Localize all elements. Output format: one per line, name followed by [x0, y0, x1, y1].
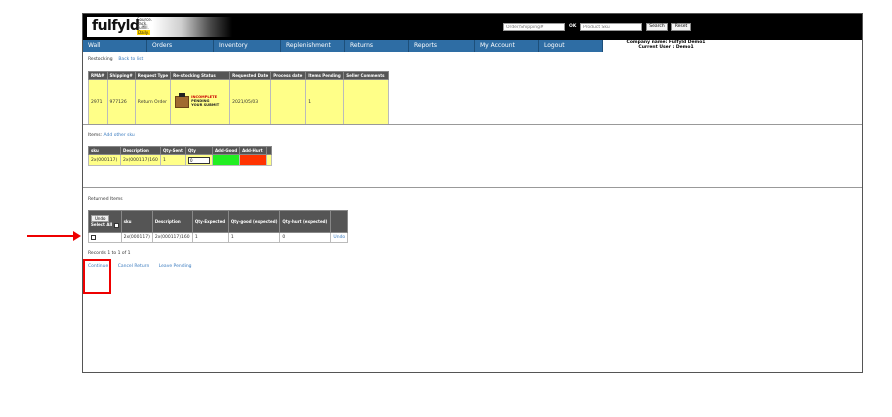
item-description: 2x(000117)160: [120, 154, 161, 166]
rma-table: RMA# Shipping# Request Type Re-stocking …: [88, 71, 390, 125]
returned-qty-expected: 1: [191, 232, 229, 243]
col-items-pending: Items Pending: [305, 71, 345, 80]
item-qty-cell: [184, 154, 213, 166]
nav-logout[interactable]: Logout: [539, 40, 603, 52]
nav-my-account[interactable]: My Account: [475, 40, 539, 52]
items-section-label: Items: Add other sku: [88, 133, 135, 138]
rma-table-header: RMA# Shipping# Request Type Re-stocking …: [88, 71, 390, 80]
records-count: Records 1 to 1 of 1: [88, 251, 131, 256]
breadcrumb-label: Restocking: [88, 57, 113, 62]
item-extra: [266, 154, 273, 166]
col-process-date: Process date: [270, 71, 307, 80]
seller-comments: [343, 79, 390, 125]
main-nav: Wall Orders Inventory Replenishment Retu…: [83, 40, 603, 52]
company-info: Company name: Fulfyld Demo1 Current User…: [606, 40, 726, 50]
col-description: Description: [151, 210, 193, 233]
table-row: 2971 977126 Return Order INCOMPLETE PEND…: [88, 79, 390, 125]
sku-search-input[interactable]: [580, 23, 642, 31]
items-table: sku Description Qty-Sent Qty Add-Good Ad…: [88, 146, 273, 166]
breadcrumb: Restocking Back to list: [88, 57, 143, 62]
col-sku: sku: [120, 210, 153, 233]
back-to-list-link[interactable]: Back to list: [118, 57, 143, 62]
col-select: Undo Select All: [88, 210, 122, 233]
col-seller-comments: Seller Comments: [343, 71, 390, 80]
divider: [83, 124, 862, 125]
annotation-arrow-shaft: [27, 235, 73, 237]
col-request-type: Request Type: [134, 71, 172, 80]
nav-replenishment[interactable]: Replenishment: [281, 40, 345, 52]
highlight-box: [83, 259, 111, 294]
col-requested-date: Requested Date: [229, 71, 272, 80]
col-shipping: Shipping#: [106, 71, 136, 80]
cancel-return-link[interactable]: Cancel Return: [118, 264, 150, 269]
restocking-status: INCOMPLETE PENDING YOUR SUBMIT: [170, 79, 231, 125]
logo-tag-highlight: Daily.: [137, 29, 150, 35]
col-qty-sent: Qty-Sent: [160, 146, 186, 155]
reset-button[interactable]: Reset: [671, 23, 691, 31]
items-table-header: sku Description Qty-Sent Qty Add-Good Ad…: [88, 146, 273, 155]
col-qty-good-expected: Qty-good (expected): [227, 210, 281, 233]
app-frame: fulfyld Source. Pack. Fulfill. Daily. OK…: [82, 13, 863, 373]
nav-reports[interactable]: Reports: [409, 40, 475, 52]
select-all-label: Select All: [91, 222, 113, 228]
col-qty: Qty: [184, 146, 213, 155]
logo-word: fulfyld: [92, 18, 140, 34]
col-description: Description: [120, 146, 161, 155]
requested-date: 2021/05/03: [229, 79, 272, 125]
status-line-3: YOUR SUBMIT: [191, 103, 220, 107]
select-all-checkbox[interactable]: [113, 222, 119, 228]
col-rma: RMA#: [88, 71, 108, 80]
col-undo: [330, 210, 349, 233]
returned-items-label: Returned Items: [88, 197, 123, 202]
col-sku: sku: [88, 146, 121, 155]
item-sku: 2x(000117): [88, 154, 121, 166]
current-user: Current User : Demo1: [638, 45, 694, 50]
top-bar: fulfyld Source. Pack. Fulfill. Daily. OK…: [83, 14, 862, 40]
rma-number: 2971: [88, 79, 108, 125]
divider: [83, 187, 862, 188]
qty-input[interactable]: [187, 156, 210, 164]
col-add-good: Add-Good: [211, 146, 241, 155]
table-row: 2x(000117) 2x(000117)160 1 1 0 Undo: [88, 232, 349, 243]
shipping-number: 977126: [106, 79, 136, 125]
undo-cell: Undo: [330, 232, 349, 243]
fulfyld-logo[interactable]: fulfyld Source. Pack. Fulfill. Daily.: [87, 17, 232, 37]
col-qty-expected: Qty-Expected: [191, 210, 229, 233]
add-good-button[interactable]: [211, 154, 241, 166]
logo-tagline: Source. Pack. Fulfill. Daily.: [137, 17, 152, 35]
row-select-cell: [88, 232, 122, 243]
returned-table-header: Undo Select All sku Description Qty-Expe…: [88, 210, 349, 233]
col-qty-hurt-expected: Qty-hurt (expected): [279, 210, 332, 233]
table-row: 2x(000117) 2x(000117)160 1: [88, 154, 273, 166]
col-extra: [266, 146, 273, 155]
returned-items-table: Undo Select All sku Description Qty-Expe…: [88, 210, 349, 243]
add-hurt-button[interactable]: [239, 154, 268, 166]
order-search-input[interactable]: [503, 23, 565, 31]
nav-inventory[interactable]: Inventory: [214, 40, 281, 52]
returned-sku: 2x(000117): [120, 232, 153, 243]
item-qty-sent: 1: [160, 154, 186, 166]
leave-pending-link[interactable]: Leave Pending: [159, 264, 192, 269]
process-date: [270, 79, 307, 125]
returned-qty-hurt: 0: [279, 232, 332, 243]
search-button[interactable]: Search: [646, 23, 668, 31]
items-pending: 1: [305, 79, 345, 125]
annotation-arrow-icon: [73, 231, 81, 241]
nav-returns[interactable]: Returns: [345, 40, 409, 52]
ok-label[interactable]: OK: [569, 24, 576, 29]
incomplete-status-badge: INCOMPLETE PENDING YOUR SUBMIT: [173, 93, 227, 111]
nav-wall[interactable]: Wall: [83, 40, 147, 52]
returned-qty-good: 1: [227, 232, 281, 243]
nav-orders[interactable]: Orders: [147, 40, 214, 52]
box-icon: [175, 93, 190, 108]
returned-description: 2x(000117)160: [151, 232, 193, 243]
undo-row-link[interactable]: Undo: [333, 235, 345, 240]
row-checkbox[interactable]: [91, 234, 96, 240]
col-restocking-status: Re-stocking Status: [170, 71, 231, 80]
undo-all-button[interactable]: Undo: [91, 215, 110, 223]
col-add-hurt: Add-Hurt: [239, 146, 268, 155]
items-label: Items:: [88, 133, 103, 138]
add-other-sku-link[interactable]: Add other sku: [104, 133, 135, 138]
request-type: Return Order: [134, 79, 172, 125]
